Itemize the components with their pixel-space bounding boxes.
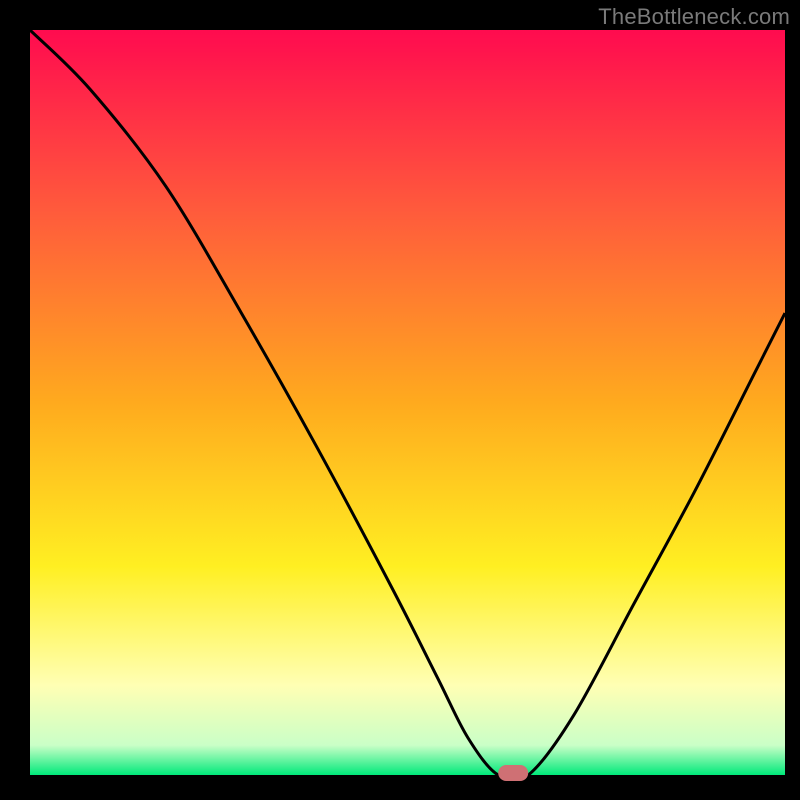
chart-container: TheBottleneck.com (0, 0, 800, 800)
bottleneck-chart (0, 0, 800, 800)
watermark-text: TheBottleneck.com (598, 4, 790, 30)
optimal-marker (498, 765, 528, 781)
plot-background (30, 30, 785, 775)
